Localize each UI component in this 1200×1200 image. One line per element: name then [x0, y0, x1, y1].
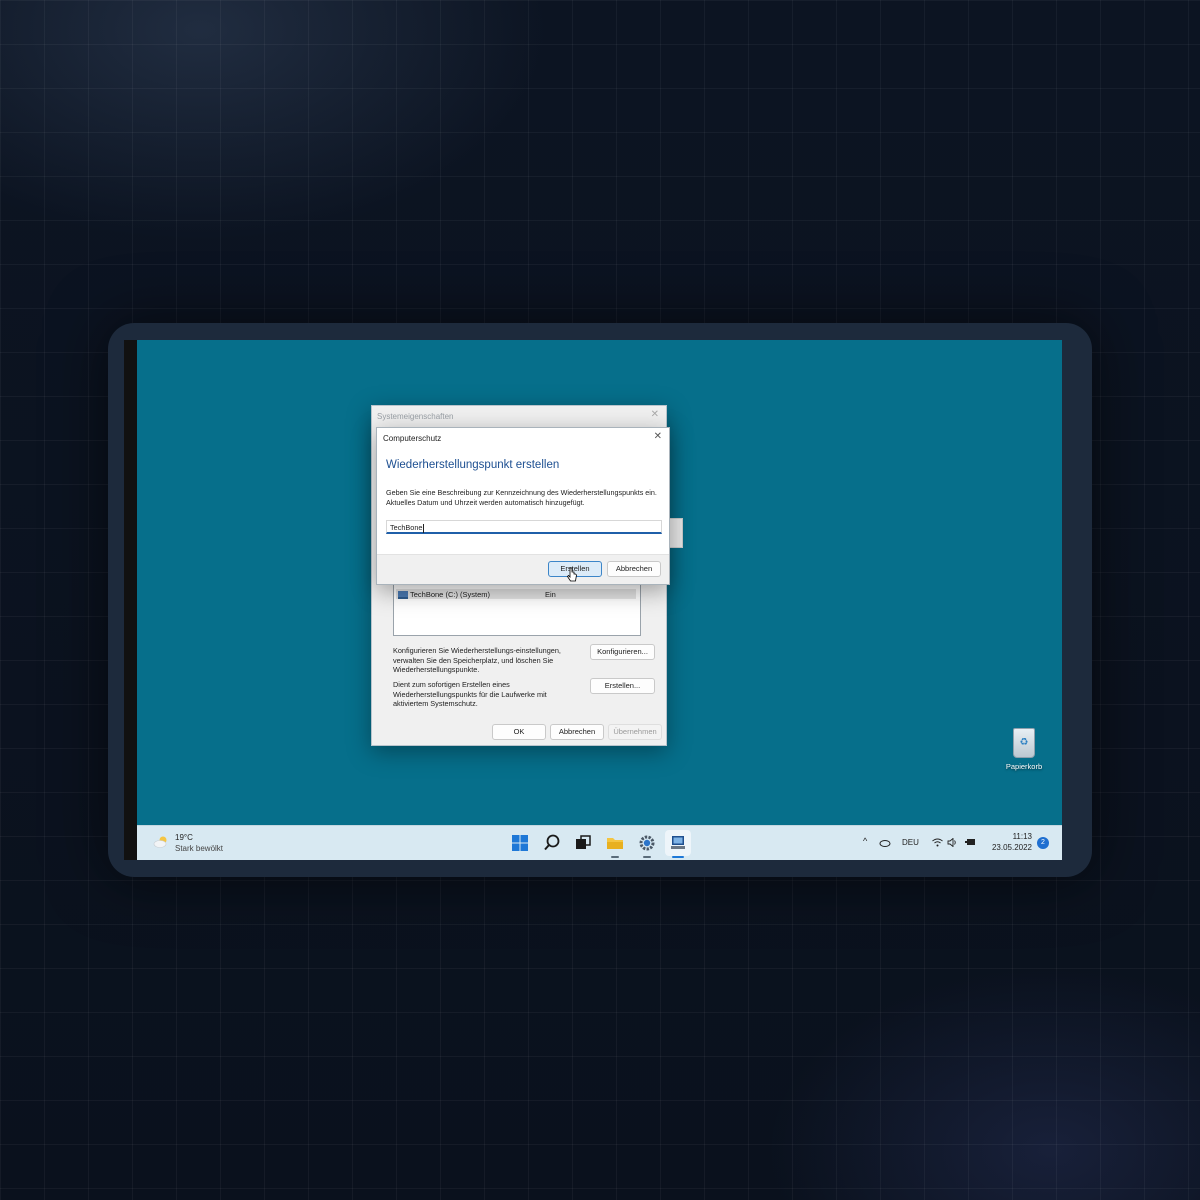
running-indicator	[643, 856, 651, 858]
configure-description: Konfigurieren Sie Wiederherstellungs-ein…	[393, 646, 561, 674]
mouse-cursor-icon	[567, 567, 577, 582]
network-device-icon[interactable]	[965, 837, 977, 847]
instruction-text: Geben Sie eine Beschreibung zur Kennzeic…	[386, 488, 657, 507]
create-description: Dient zum sofortigen Erstellen eines Wie…	[393, 680, 547, 708]
recycle-bin-label: Papierkorb	[1005, 762, 1043, 771]
close-icon[interactable]: ✕	[654, 431, 662, 442]
weather-condition: Stark bewölkt	[175, 844, 224, 853]
language-indicator[interactable]: DEU	[902, 838, 919, 860]
ok-button[interactable]: OK	[492, 724, 546, 740]
weather-temperature: 19°C	[175, 833, 193, 842]
settings-icon[interactable]	[637, 833, 657, 853]
onedrive-cloud-icon[interactable]	[879, 838, 891, 847]
drive-list[interactable]: TechBone (C:) (System) Ein	[393, 581, 641, 636]
chevron-up-icon[interactable]: ^	[863, 836, 867, 860]
close-icon[interactable]: ✕	[651, 409, 659, 420]
protection-state: Ein	[545, 590, 556, 599]
restore-point-description-input[interactable]: TechBone	[386, 520, 662, 534]
window-title: Systemeigenschaften	[377, 412, 454, 421]
file-explorer-icon[interactable]	[605, 833, 625, 853]
taskbar: 19°C Stark bewölkt ^ DEU 11:13 23.05.202…	[137, 825, 1062, 860]
recycle-bin-shortcut[interactable]: ♻ Papierkorb	[995, 728, 1053, 771]
running-indicator	[611, 856, 619, 858]
text-caret	[423, 523, 425, 533]
notification-badge[interactable]: 2	[1037, 837, 1049, 849]
configure-button[interactable]: Konfigurieren...	[590, 644, 655, 660]
screen: Systemeigenschaften ✕ TechBone (C:) (Sys…	[124, 340, 1062, 860]
dialog-footer: Erstellen Abbrechen	[377, 554, 669, 584]
drive-icon	[398, 591, 408, 599]
system-properties-icon[interactable]	[668, 833, 688, 853]
hidden-window-edge	[668, 518, 683, 548]
cancel-button[interactable]: Abbrechen	[550, 724, 604, 740]
create-restore-point-button[interactable]: Erstellen...	[590, 678, 655, 694]
apply-button[interactable]: Übernehmen	[608, 724, 662, 740]
computerschutz-dialog: Computerschutz ✕ Wiederherstellungspunkt…	[376, 427, 670, 585]
task-view-icon[interactable]	[573, 833, 593, 853]
desktop[interactable]: Systemeigenschaften ✕ TechBone (C:) (Sys…	[137, 340, 1062, 825]
clock-date: 23.05.2022	[991, 843, 1032, 852]
wifi-icon[interactable]	[932, 838, 943, 847]
drive-name: TechBone (C:) (System)	[410, 590, 491, 599]
volume-icon[interactable]	[947, 838, 957, 847]
input-value: TechBone	[390, 523, 423, 532]
system-clock[interactable]: 11:13 23.05.2022	[992, 831, 1032, 853]
recycle-bin-icon: ♻	[1013, 728, 1035, 758]
dialog-footer: OK Abbrechen Übernehmen	[372, 719, 666, 745]
dialog-title: Computerschutz	[383, 434, 442, 443]
active-indicator	[672, 856, 684, 858]
clock-time: 11:13	[1012, 832, 1032, 841]
weather-cloud-icon	[153, 836, 167, 848]
search-icon[interactable]	[542, 833, 562, 853]
dialog-heading: Wiederherstellungspunkt erstellen	[386, 459, 560, 471]
windows-start-icon[interactable]	[510, 833, 530, 853]
cancel-button[interactable]: Abbrechen	[607, 561, 661, 577]
list-item[interactable]: TechBone (C:) (System) Ein	[396, 589, 636, 599]
